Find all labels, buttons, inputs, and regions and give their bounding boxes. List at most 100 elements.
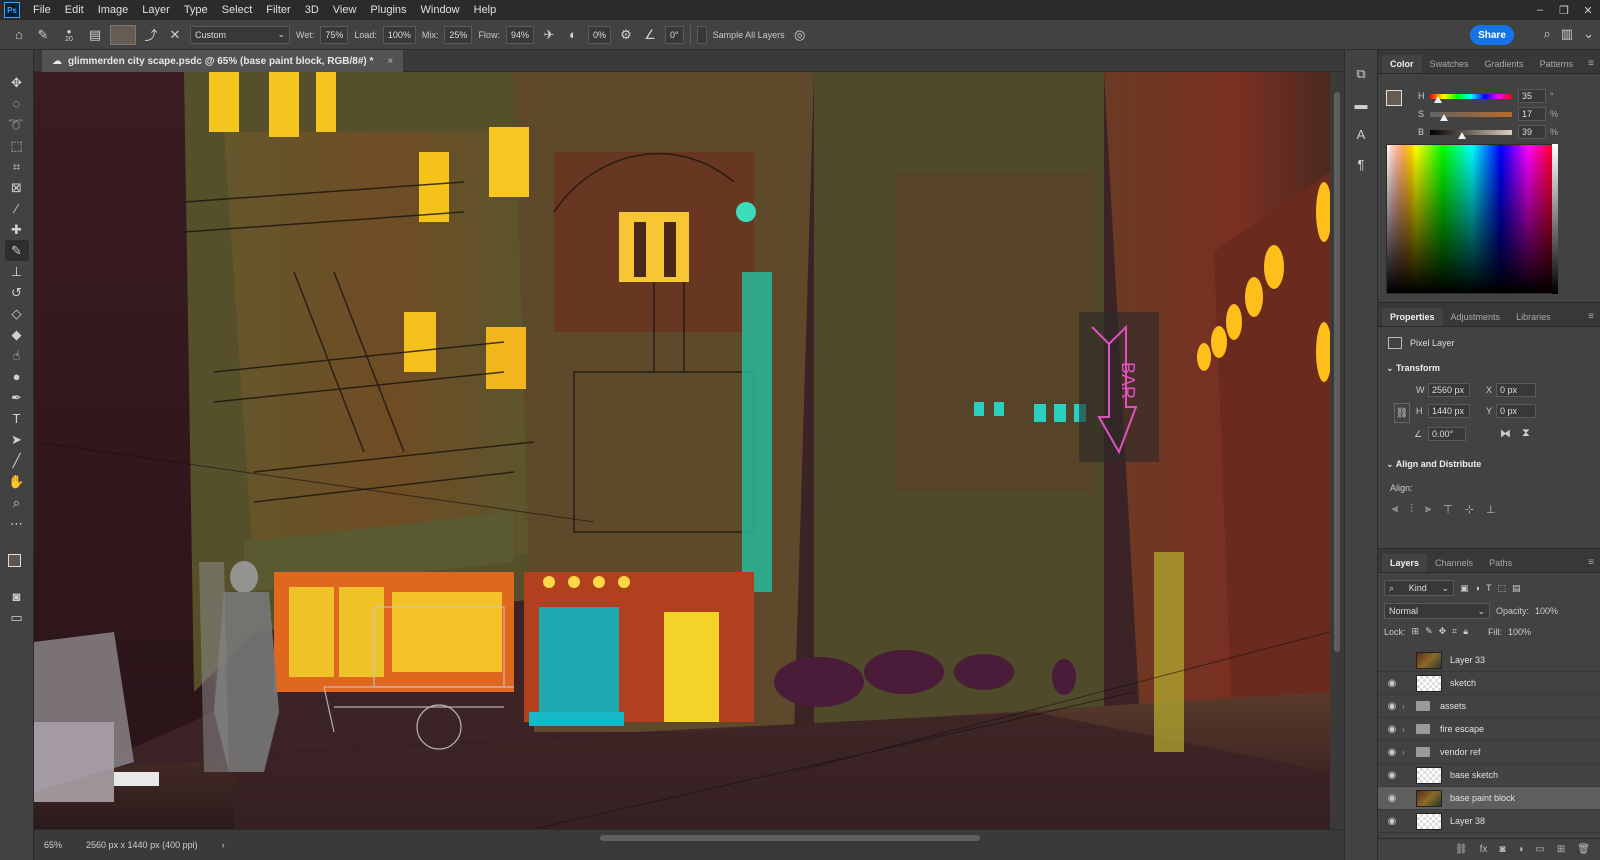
expand-arrow-icon[interactable]: › [1402,748,1412,757]
panel-menu-icon[interactable]: ≡ [1582,553,1600,572]
foreground-background-colors[interactable] [4,550,30,576]
path-select-icon[interactable]: ➤ [5,429,29,450]
character-icon[interactable]: A [1350,124,1372,144]
layer-row[interactable]: ◉ sketch [1378,672,1600,695]
lasso-icon[interactable]: ➰ [5,114,29,135]
healing-icon[interactable]: ✚ [5,219,29,240]
home-icon[interactable]: ⌂ [10,26,28,44]
saturation-value[interactable]: 17 [1518,107,1546,121]
tab-swatches[interactable]: Swatches [1422,55,1477,73]
visibility-toggle[interactable]: ◉ [1382,655,1402,666]
brush-size-picker[interactable]: ● 20 [58,26,80,44]
menu-layer[interactable]: Layer [135,0,177,20]
fx-icon[interactable]: fx [1480,844,1488,855]
mixer-brush-preset-icon[interactable]: ✎ [34,26,52,44]
brightness-slider[interactable] [1430,129,1512,135]
eyedropper-icon[interactable]: ⁄ [5,198,29,219]
current-brush-load-swatch[interactable] [110,24,136,45]
transform-section-title[interactable]: ⌄ Transform [1386,363,1440,374]
brush-settings-icon[interactable]: ▤ [86,26,104,44]
lock-position-icon[interactable]: ✥ [1439,626,1447,637]
tab-gradients[interactable]: Gradients [1477,55,1532,73]
menu-type[interactable]: Type [177,0,215,20]
angle-field[interactable]: 0.00° [1428,427,1466,441]
layer-row[interactable]: ◉ Layer 33 [1378,649,1600,672]
zoom-icon[interactable]: ⌕ [5,492,29,513]
smudge-icon[interactable]: ☝ [5,345,29,366]
clean-brush-icon[interactable]: ✕ [166,26,184,44]
menu-window[interactable]: Window [414,0,467,20]
color-spectrum[interactable] [1386,144,1558,294]
flip-vertical-icon[interactable]: ⧗ [1522,427,1530,440]
tab-layers[interactable]: Layers [1382,554,1428,572]
smoothing-icon[interactable]: ◐ [564,26,582,44]
search-icon[interactable]: ⌕ [1544,26,1551,42]
layer-row[interactable]: ◉ Layer 38 [1378,810,1600,833]
load-brush-icon[interactable]: ⤴ [142,26,160,44]
mixer-brush-icon[interactable]: ✎ [4,240,29,261]
restore-icon[interactable]: ❐ [1552,4,1576,17]
type-icon[interactable]: T [5,408,29,429]
lock-transparent-icon[interactable]: ⊞ [1412,626,1420,637]
angle-field[interactable]: 0° [664,25,684,44]
layer-row[interactable]: ◉ base sketch [1378,764,1600,787]
eye-icon[interactable]: ◉ [1382,793,1402,804]
marquee-icon[interactable]: ◌ [5,93,29,114]
new-layer-icon[interactable]: ⊞ [1557,844,1565,855]
vertical-scroll-thumb[interactable] [1334,92,1340,652]
menu-file[interactable]: File [26,0,58,20]
kind-filter-dropdown[interactable]: ⌕ Kind ⌄ [1384,580,1454,596]
brightness-value[interactable]: 39 [1518,125,1546,139]
blend-mode-dropdown[interactable]: Normal ⌄ [1384,603,1490,619]
crop-icon[interactable]: ⌗ [5,156,29,177]
add-mask-icon[interactable]: ◙ [1499,844,1505,855]
eye-icon[interactable]: ◉ [1382,724,1402,735]
menu-image[interactable]: Image [91,0,136,20]
saturation-slider-knob[interactable] [1439,114,1448,121]
foreground-color-swatch[interactable] [7,554,21,567]
width-field[interactable]: 2560 px [1428,383,1470,397]
filter-adjustment-icon[interactable]: ◑ [1475,583,1480,593]
filter-smart-object-icon[interactable]: ▤ [1512,583,1521,594]
fill-value[interactable]: 100% [1508,627,1531,637]
filter-pixel-icon[interactable]: ▣ [1460,583,1469,594]
eye-icon[interactable]: ◉ [1382,770,1402,781]
share-button[interactable]: Share [1470,25,1514,45]
align-top-icon[interactable]: ⊤ [1443,503,1453,516]
tab-adjustments[interactable]: Adjustments [1443,308,1509,326]
wet-field[interactable]: 75% [320,25,349,44]
link-layers-icon[interactable]: ⛓ [1455,844,1468,855]
layer-row-active[interactable]: ◉ base paint block [1378,787,1600,810]
align-right-icon[interactable]: ⫸ [1425,503,1431,516]
status-menu-arrow[interactable]: › [222,840,225,850]
align-bottom-icon[interactable]: ⊥ [1486,503,1496,516]
brightness-slider-knob[interactable] [1457,132,1466,139]
screen-mode-icon[interactable]: ▭ [5,607,29,628]
move-icon[interactable]: ✥ [5,72,29,93]
tab-libraries[interactable]: Libraries [1508,308,1559,326]
menu-plugins[interactable]: Plugins [363,0,413,20]
link-dimensions-icon[interactable]: ⛓ [1394,403,1410,423]
chevron-down-icon[interactable]: ⌄ [1583,26,1594,42]
paint-bucket-icon[interactable]: ◆ [5,324,29,345]
gear-icon[interactable]: ⚙ [617,26,635,44]
hue-value[interactable]: 35 [1518,89,1546,103]
frame-icon[interactable]: ⊠ [5,177,29,198]
lock-image-icon[interactable]: ✎ [1425,626,1433,637]
height-field[interactable]: 1440 px [1428,404,1470,418]
opacity-value[interactable]: 100% [1535,606,1558,616]
x-field[interactable]: 0 px [1496,383,1536,397]
close-window-icon[interactable]: ✕ [1576,4,1600,17]
history-brush-icon[interactable]: ↺ [5,282,29,303]
panel-menu-icon[interactable]: ≡ [1582,307,1600,326]
lock-all-icon[interactable]: 🔒︎ [1463,626,1468,637]
pressure-icon[interactable]: ◎ [791,26,809,44]
hand-icon[interactable]: ✋ [5,471,29,492]
zoom-level[interactable]: 65% [44,840,62,850]
eye-icon[interactable]: ◉ [1382,678,1402,689]
hue-slider-knob[interactable] [1434,96,1443,103]
eraser-icon[interactable]: ◇ [5,303,29,324]
adjustment-layer-icon[interactable]: ◑ [1517,844,1523,855]
tab-properties[interactable]: Properties [1382,308,1443,326]
align-left-icon[interactable]: ⫷ [1392,503,1398,516]
